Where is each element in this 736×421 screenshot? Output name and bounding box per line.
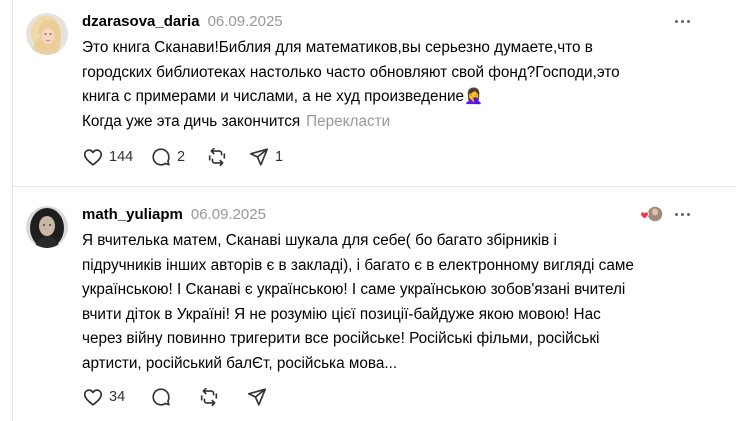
- comment-button[interactable]: 2: [150, 145, 206, 169]
- text-line: книга с примерами и числами, а не худ пр…: [82, 88, 484, 105]
- text-line: українською! І Сканаві є українською! І …: [82, 281, 626, 298]
- text-line: Я вчителька матем, Сканаві шукала для се…: [82, 232, 557, 249]
- liked-by-author-icon[interactable]: [638, 203, 664, 225]
- like-count: 34: [109, 389, 126, 405]
- heart-icon: [82, 146, 104, 168]
- comment-button[interactable]: [150, 385, 198, 409]
- comment-icon: [150, 146, 172, 168]
- text-line: через війну повинно тригерити все російс…: [82, 330, 600, 347]
- like-button[interactable]: 144: [82, 145, 150, 169]
- repost-button[interactable]: [206, 145, 248, 169]
- post-header: math_yuliapm 06.09.2025: [82, 203, 266, 225]
- text-line: Это книга Сканави!Библия для математиков…: [82, 39, 593, 56]
- post-header: dzarasova_daria 06.09.2025: [82, 10, 283, 32]
- avatar[interactable]: [26, 206, 68, 248]
- comment-count: 2: [177, 149, 186, 165]
- text-line: підручників інших авторів є в закладі), …: [82, 256, 634, 274]
- post-text: Это книга Сканави!Библия для математиков…: [82, 36, 722, 134]
- text-line: городских библиотеках настолько часто об…: [82, 63, 620, 81]
- send-icon: [248, 146, 270, 168]
- post-text: Я вчителька матем, Сканаві шукала для се…: [82, 229, 722, 376]
- repost-icon: [206, 146, 228, 168]
- text-line-with-translate: Когда уже эта дичь закончится Перекласти: [82, 110, 722, 135]
- like-count: 144: [109, 149, 134, 165]
- text-line: Когда уже эта дичь закончится: [82, 112, 301, 130]
- share-count: 1: [275, 149, 284, 165]
- username[interactable]: math_yuliapm: [82, 206, 183, 223]
- more-icon[interactable]: [670, 203, 694, 225]
- action-bar: 34: [82, 385, 286, 409]
- comment-icon: [150, 386, 172, 408]
- translate-link[interactable]: Перекласти: [306, 113, 390, 130]
- like-button[interactable]: 34: [82, 385, 150, 409]
- action-bar: 144 2 1: [82, 145, 288, 169]
- post-date[interactable]: 06.09.2025: [191, 206, 266, 223]
- share-button[interactable]: [246, 385, 286, 409]
- text-line: вчити діток в Україні! Я не розумію цієї…: [82, 305, 601, 323]
- comment-post: math_yuliapm 06.09.2025 Я вчителька мате…: [0, 187, 724, 421]
- share-button[interactable]: 1: [248, 145, 288, 169]
- heart-icon: [82, 386, 104, 408]
- comment-post: dzarasova_daria 06.09.2025 Это книга Ска…: [0, 0, 724, 186]
- more-icon[interactable]: [670, 10, 694, 32]
- avatar[interactable]: [26, 13, 68, 55]
- post-date[interactable]: 06.09.2025: [208, 13, 283, 30]
- repost-icon: [198, 386, 220, 408]
- text-line: артисти, російський балЄт, російська мов…: [82, 354, 398, 372]
- repost-button[interactable]: [198, 385, 246, 409]
- username[interactable]: dzarasova_daria: [82, 13, 200, 30]
- send-icon: [246, 386, 268, 408]
